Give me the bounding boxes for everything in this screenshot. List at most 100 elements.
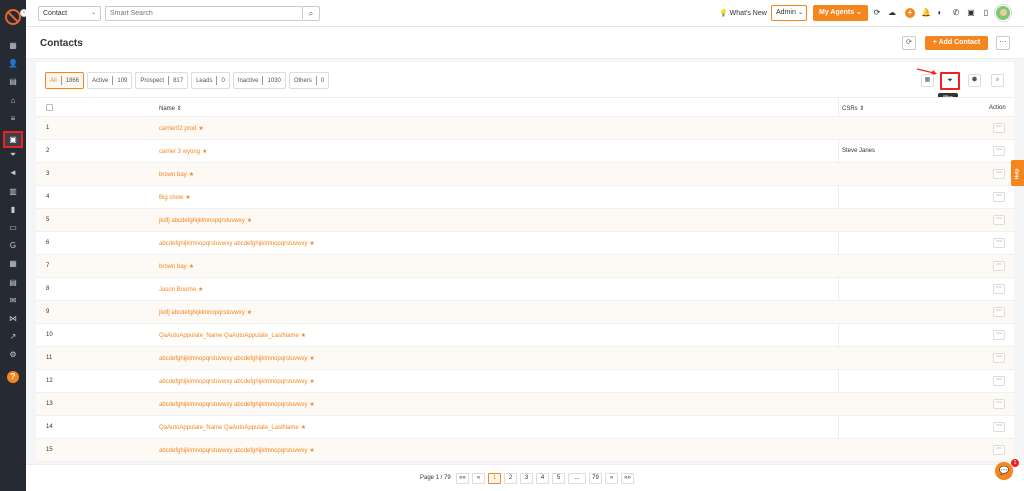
contact-name-link[interactable]: Big show ★ bbox=[159, 194, 191, 201]
chip-icon[interactable]: ▣ bbox=[966, 8, 976, 18]
contact-name-link[interactable]: carrier02 prod ★ bbox=[159, 125, 204, 132]
search-icon[interactable]: ⌕ bbox=[303, 6, 320, 21]
page-button[interactable]: 5 bbox=[552, 473, 565, 484]
contact-name-link[interactable]: brown bay ★ bbox=[159, 263, 194, 270]
brand-logo[interactable] bbox=[5, 9, 21, 25]
filter-tab-others[interactable]: Others 0 bbox=[288, 72, 330, 89]
megaphone-icon[interactable]: ◄ bbox=[7, 167, 19, 179]
contact-name-link[interactable]: carrier 3 wyong ★ bbox=[159, 148, 207, 155]
star-icon[interactable]: ★ bbox=[309, 356, 314, 362]
table-row[interactable]: 12 abcdefghijklmnopqrstuvwxy abcdefghijkl… bbox=[36, 370, 1014, 393]
row-actions-button[interactable]: ⋯ bbox=[993, 399, 1005, 409]
row-actions-button[interactable]: ⋯ bbox=[993, 284, 1005, 294]
contacts-icon[interactable]: ▣ bbox=[3, 131, 23, 148]
folder-icon[interactable]: ▭ bbox=[7, 222, 19, 234]
table-row[interactable]: 4 Big show ★ ⋯ bbox=[36, 186, 1014, 209]
table-row[interactable]: 14 QaAutoAppulate_Name QaAutoAppulate_Las… bbox=[36, 416, 1014, 439]
table-row[interactable]: 10 QaAutoAppulate_Name QaAutoAppulate_Las… bbox=[36, 324, 1014, 347]
star-icon[interactable]: ★ bbox=[198, 126, 203, 132]
row-actions-button[interactable]: ⋯ bbox=[993, 169, 1005, 179]
table-row[interactable]: 6 abcdefghijklmnopqrstuvwxy abcdefghijklm… bbox=[36, 232, 1014, 255]
page-button[interactable]: 4 bbox=[536, 473, 549, 484]
star-icon[interactable]: ★ bbox=[198, 287, 203, 293]
star-icon[interactable]: ★ bbox=[247, 218, 252, 224]
star-icon[interactable]: ★ bbox=[189, 264, 194, 270]
page-button[interactable]: ... bbox=[568, 473, 586, 484]
page-button[interactable]: 1 bbox=[488, 473, 501, 484]
star-icon[interactable]: ★ bbox=[309, 379, 314, 385]
row-actions-button[interactable]: ⋯ bbox=[993, 422, 1005, 432]
page-button[interactable]: »» bbox=[621, 473, 634, 484]
list-icon[interactable]: ≡ bbox=[7, 113, 19, 125]
table-row[interactable]: 13 abcdefghijklmnopqrstuvwxy abcdefghijkl… bbox=[36, 393, 1014, 416]
contact-name-link[interactable]: brown bay ★ bbox=[159, 171, 194, 178]
search-scope-select[interactable]: Contact ⌄ bbox=[38, 6, 101, 21]
bank-icon[interactable]: ⌂ bbox=[7, 95, 19, 107]
table-row[interactable]: 9 jkdfj abcdefghijklmnopqrstuvwxy ★ ⋯ bbox=[36, 301, 1014, 324]
contact-name-link[interactable]: abcdefghijklmnopqrstuvwxy abcdefghijklmn… bbox=[159, 240, 315, 247]
table-row[interactable]: 2 carrier 3 wyong ★ Steve Janes ⋯ bbox=[36, 140, 1014, 163]
table-row[interactable]: 15 abcdefghijklmnopqrstuvwxy abcdefghijkl… bbox=[36, 439, 1014, 462]
csrs-column-header[interactable]: CSRs ⇕ bbox=[842, 105, 864, 112]
star-icon[interactable]: ★ bbox=[309, 241, 314, 247]
chat-icon[interactable]: 💬 bbox=[995, 462, 1013, 480]
star-icon[interactable]: ★ bbox=[185, 195, 190, 201]
whats-new-link[interactable]: 💡 What's New bbox=[719, 9, 767, 17]
contact-name-link[interactable]: abcdefghijklmnopqrstuvwxy abcdefghijklmn… bbox=[159, 378, 315, 385]
contact-name-link[interactable]: Jason Bourne ★ bbox=[159, 286, 203, 293]
cloud-icon[interactable]: ☁ bbox=[887, 8, 897, 18]
refresh-button[interactable]: ⟳ bbox=[902, 36, 916, 50]
grid-icon[interactable]: ▦ bbox=[7, 40, 19, 52]
document-icon[interactable]: ▤ bbox=[7, 76, 19, 88]
filter-tab-active[interactable]: Active 109 bbox=[87, 72, 133, 89]
row-actions-button[interactable]: ⋯ bbox=[993, 445, 1005, 455]
quick-add-button[interactable]: + bbox=[905, 8, 915, 18]
row-actions-button[interactable]: ⋯ bbox=[993, 215, 1005, 225]
row-actions-button[interactable]: ⋯ bbox=[993, 146, 1005, 156]
row-actions-button[interactable]: ⋯ bbox=[993, 330, 1005, 340]
tag-icon[interactable]: ⬢ bbox=[968, 74, 981, 87]
role-select[interactable]: Admin ⌄ bbox=[771, 5, 807, 21]
funnel-icon[interactable]: ⏷ bbox=[7, 149, 19, 161]
contact-name-link[interactable]: abcdefghijklmnopqrstuvwxy abcdefghijklmn… bbox=[159, 355, 315, 362]
contact-name-link[interactable]: jkdfj abcdefghijklmnopqrstuvwxy ★ bbox=[159, 217, 252, 224]
contact-name-link[interactable]: abcdefghijklmnopqrstuvwxy abcdefghijklmn… bbox=[159, 447, 315, 454]
user-avatar[interactable] bbox=[995, 5, 1011, 21]
star-icon[interactable]: ★ bbox=[247, 310, 252, 316]
table-row[interactable]: 8 Jason Bourne ★ ⋯ bbox=[36, 278, 1014, 301]
mobile-icon[interactable]: ▯ bbox=[981, 8, 991, 18]
star-icon[interactable]: ★ bbox=[309, 448, 314, 454]
help-tab[interactable]: Help bbox=[1011, 160, 1024, 186]
my-agents-button[interactable]: My Agents ⌄ bbox=[813, 5, 868, 21]
smart-search-input[interactable] bbox=[105, 6, 303, 21]
gear-icon[interactable]: ⚙ bbox=[7, 349, 19, 361]
user-icon[interactable]: 👤 bbox=[7, 58, 19, 70]
filter-tab-all[interactable]: All 1866 bbox=[45, 72, 85, 89]
page-button[interactable]: 79 bbox=[589, 473, 602, 484]
add-contact-button[interactable]: + Add Contact bbox=[925, 36, 988, 50]
notification-icon[interactable]: ◐ bbox=[935, 8, 945, 18]
handshake-icon[interactable]: ⋈ bbox=[7, 313, 19, 325]
trend-icon[interactable]: ↗ bbox=[7, 331, 19, 343]
contact-name-link[interactable]: QaAutoAppulate_Name QaAutoAppulate_LastN… bbox=[159, 332, 306, 339]
table-row[interactable]: 5 jkdfj abcdefghijklmnopqrstuvwxy ★ ⋯ bbox=[36, 209, 1014, 232]
page-button[interactable]: » bbox=[605, 473, 618, 484]
row-actions-button[interactable]: ⋯ bbox=[993, 307, 1005, 317]
page-button[interactable]: 2 bbox=[504, 473, 517, 484]
google-icon[interactable]: G bbox=[7, 240, 19, 252]
row-actions-button[interactable]: ⋯ bbox=[993, 261, 1005, 271]
search-icon[interactable]: ⌕ bbox=[991, 74, 1004, 87]
columns-icon[interactable]: ▦ bbox=[921, 74, 934, 87]
filter-tab-prospect[interactable]: Prospect 817 bbox=[135, 72, 189, 89]
filter-tab-inactive[interactable]: Inactive 1030 bbox=[232, 72, 286, 89]
contact-name-link[interactable]: abcdefghijklmnopqrstuvwxy abcdefghijklmn… bbox=[159, 401, 315, 408]
star-icon[interactable]: ★ bbox=[301, 425, 306, 431]
contact-name-link[interactable]: QaAutoAppulate_Name QaAutoAppulate_LastN… bbox=[159, 424, 306, 431]
table-row[interactable]: 11 abcdefghijklmnopqrstuvwxy abcdefghijkl… bbox=[36, 347, 1014, 370]
row-actions-button[interactable]: ⋯ bbox=[993, 238, 1005, 248]
file-icon[interactable]: ▥ bbox=[7, 186, 19, 198]
table-row[interactable]: 7 brown bay ★ ⋯ bbox=[36, 255, 1014, 278]
filter-tab-leads[interactable]: Leads 0 bbox=[191, 72, 230, 89]
row-actions-button[interactable]: ⋯ bbox=[993, 353, 1005, 363]
mail-icon[interactable]: ✉ bbox=[7, 295, 19, 307]
